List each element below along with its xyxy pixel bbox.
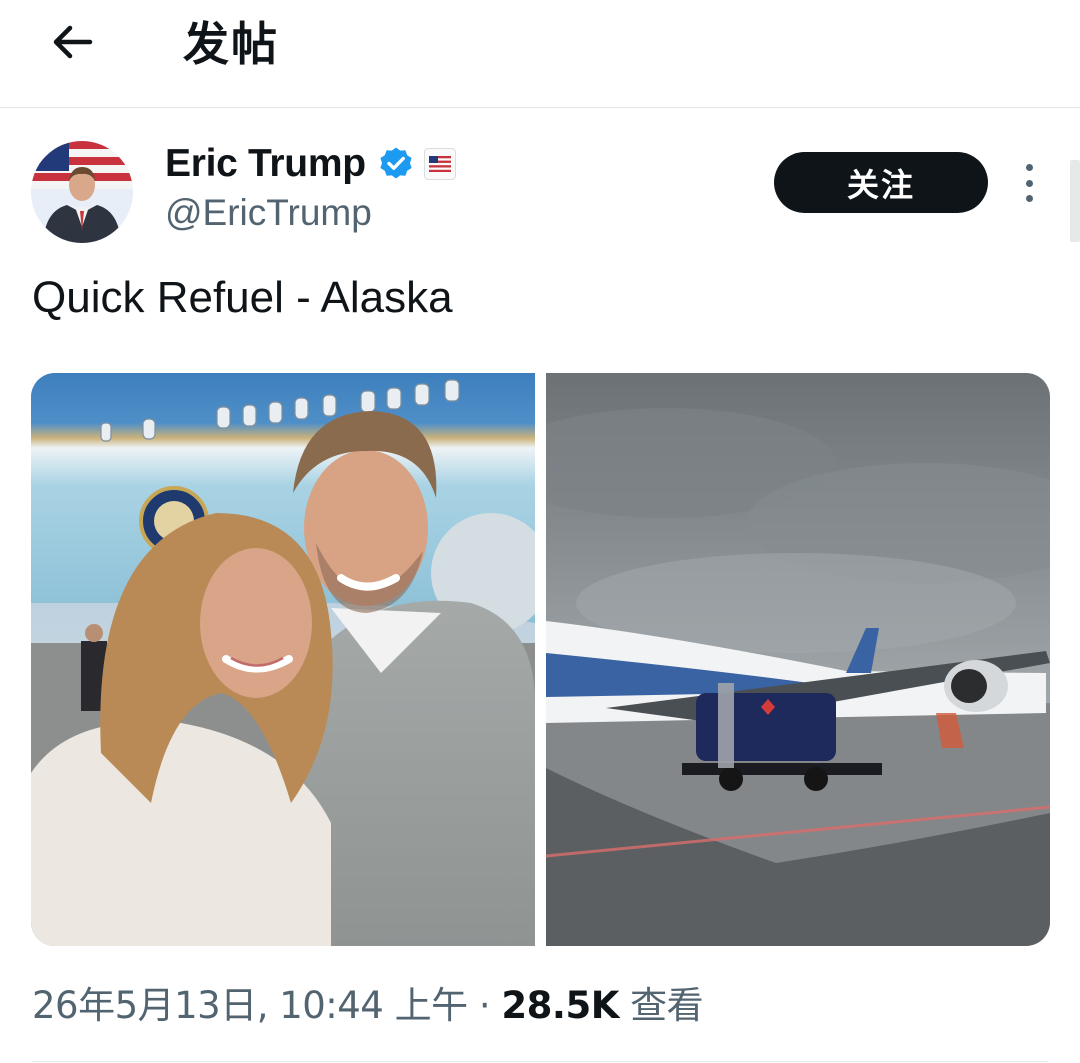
divider xyxy=(32,1061,1048,1062)
verified-badge-icon xyxy=(380,147,412,179)
media-grid xyxy=(31,373,1050,946)
avatar[interactable] xyxy=(31,141,133,243)
scrollbar[interactable] xyxy=(1070,160,1080,242)
post-meta: 26年5月13日, 10:44 上午 · 28.5K 查看 xyxy=(32,980,704,1032)
meta-separator: · xyxy=(467,984,502,1027)
post-timestamp[interactable]: 26年5月13日, 10:44 上午 xyxy=(32,984,468,1027)
display-name[interactable]: Eric Trump xyxy=(165,142,366,186)
author-name-row: Eric Trump xyxy=(165,140,456,188)
views-label: 查看 xyxy=(618,984,704,1027)
top-bar: 发帖 xyxy=(0,0,1080,108)
us-flag-badge-icon[interactable] xyxy=(423,148,456,180)
user-handle[interactable]: @EricTrump xyxy=(165,190,372,236)
page-title: 发帖 xyxy=(183,17,279,71)
more-vertical-icon[interactable] xyxy=(1012,160,1046,206)
follow-button[interactable]: 关注 xyxy=(774,152,988,213)
arrow-left-icon xyxy=(53,25,93,59)
views-count: 28.5K xyxy=(501,984,619,1027)
photo-selfie[interactable] xyxy=(31,373,535,946)
post-text: Quick Refuel - Alaska xyxy=(32,273,453,322)
photo-aircraft-refuel[interactable] xyxy=(546,373,1050,946)
back-button[interactable] xyxy=(44,14,100,70)
